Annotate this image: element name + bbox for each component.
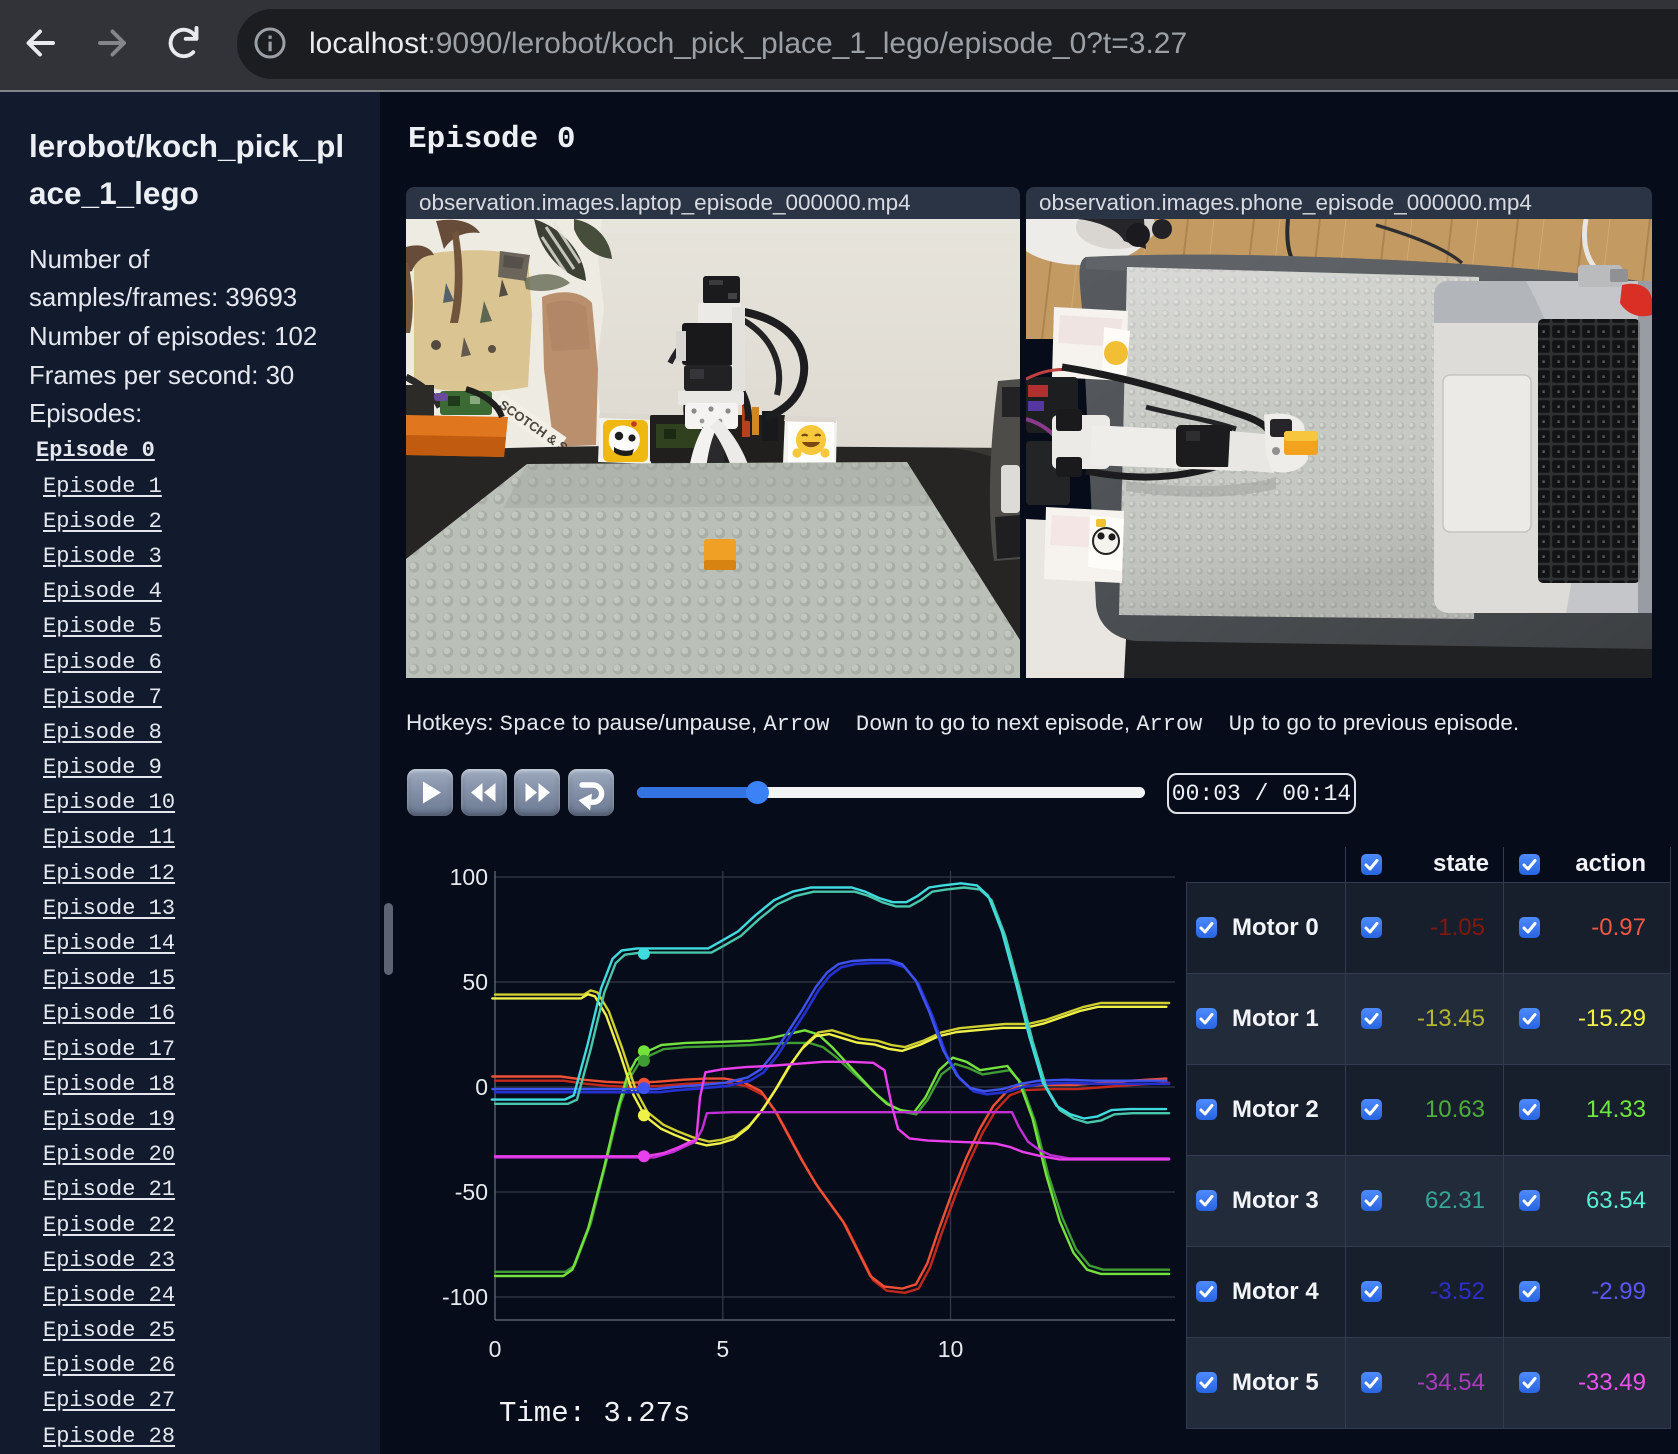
svg-text:10: 10 xyxy=(938,1336,964,1362)
svg-text:0: 0 xyxy=(489,1336,502,1362)
svg-text:Time: 3.27s: Time: 3.27s xyxy=(499,1397,690,1430)
svg-text:100: 100 xyxy=(450,864,488,890)
svg-text:0: 0 xyxy=(475,1074,488,1100)
svg-text:-100: -100 xyxy=(442,1284,488,1310)
svg-text:5: 5 xyxy=(716,1336,729,1362)
svg-text:-50: -50 xyxy=(455,1179,488,1205)
svg-text:50: 50 xyxy=(462,969,488,995)
